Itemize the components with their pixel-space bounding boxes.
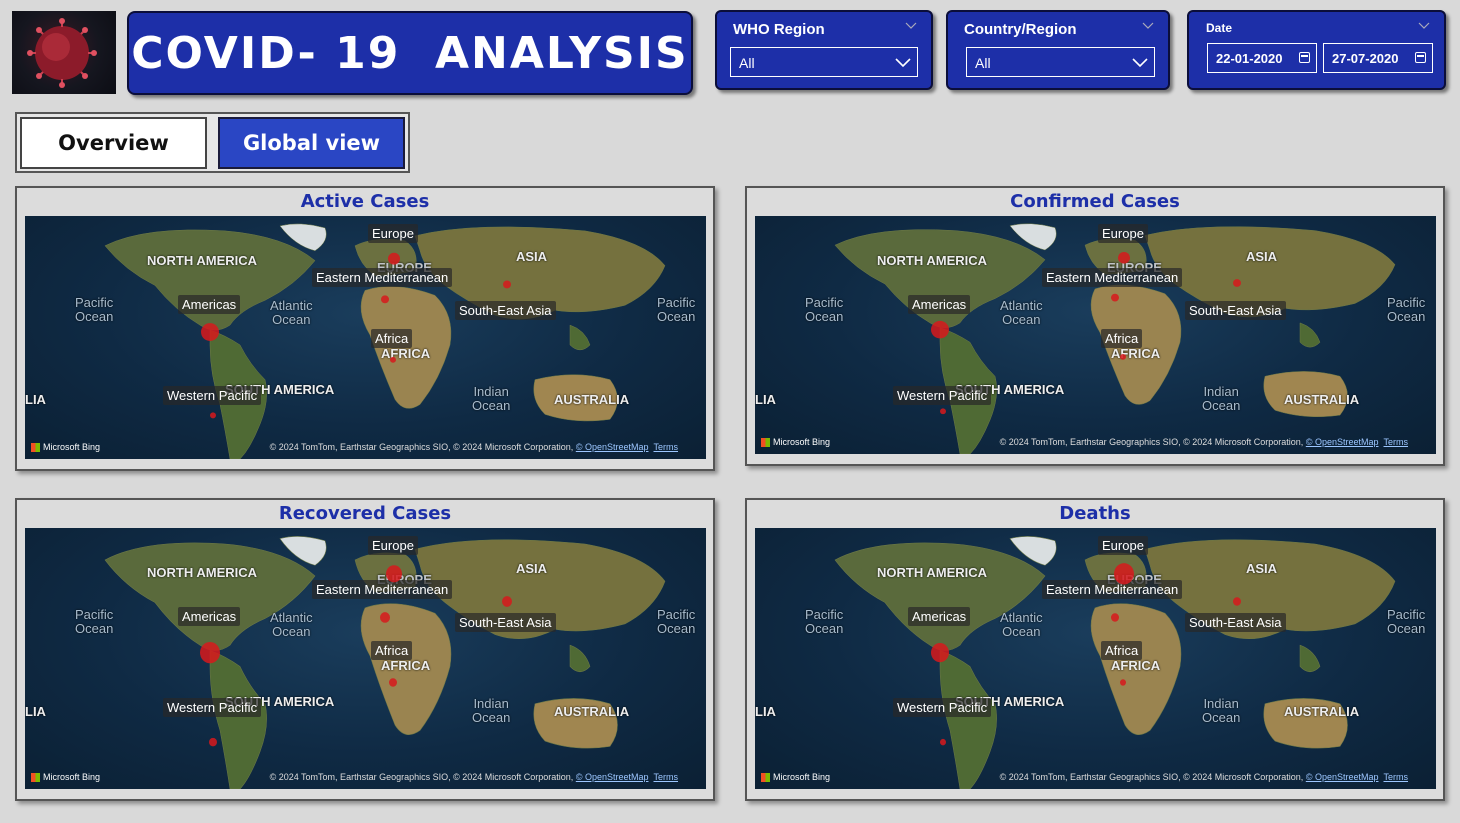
copyright-text: © 2024 TomTom, Earthstar Geographics SIO…	[999, 772, 1304, 782]
who-region-slicer[interactable]: WHO Region All	[715, 10, 933, 90]
osm-link[interactable]: © OpenStreetMap	[1306, 437, 1379, 447]
chevron-down-icon[interactable]	[1418, 20, 1430, 32]
end-date-value: 27-07-2020	[1332, 51, 1399, 66]
page-title: COVID- 19 ANALYSIS	[131, 27, 689, 79]
bing-attribution: Microsoft Bing	[31, 442, 100, 452]
overview-button[interactable]: Overview	[20, 117, 207, 169]
terms-link[interactable]: Terms	[1384, 772, 1409, 782]
date-label: Date	[1206, 21, 1233, 35]
who-region-value: All	[739, 55, 755, 71]
active-cases-map: Active Cases NORTH AMERICA EUROPE	[15, 186, 715, 471]
microsoft-logo-icon	[761, 437, 770, 447]
deaths-map: Deaths NORTH AMERICA EUROPE	[745, 498, 1445, 801]
microsoft-logo-icon	[761, 772, 770, 782]
osm-link[interactable]: © OpenStreetMap	[576, 772, 649, 782]
bubble-western-pacific	[940, 738, 946, 746]
bubble-south-east-asia	[1233, 597, 1241, 606]
country-region-dropdown[interactable]: All	[966, 47, 1155, 77]
page-navigator: Overview Global view	[15, 112, 410, 173]
copyright-text: © 2024 TomTom, Earthstar Geographics SIO…	[999, 437, 1304, 447]
bubble-eastern-mediterranean	[381, 295, 389, 304]
confirmed-cases-map: Confirmed Cases NORTH AMERICA EUR	[745, 186, 1445, 466]
bing-attribution: Microsoft Bing	[761, 437, 830, 447]
chevron-down-icon	[895, 58, 911, 68]
recovered-cases-map: Recovered Cases NORTH AMERICA EUR	[15, 498, 715, 801]
map-copyright: © 2024 TomTom, Earthstar Geographics SIO…	[270, 442, 678, 452]
bing-attribution-text: Microsoft Bing	[43, 442, 101, 452]
copyright-text: © 2024 TomTom, Earthstar Geographics SIO…	[269, 442, 574, 452]
global-view-button[interactable]: Global view	[218, 117, 405, 169]
bubble-south-east-asia	[503, 280, 511, 289]
map-canvas[interactable]: NORTH AMERICA EUROPE ASIA AFRICA SOUTH A…	[755, 216, 1436, 454]
terms-link[interactable]: Terms	[1384, 437, 1409, 447]
chevron-down-icon[interactable]	[1142, 20, 1154, 32]
map-title: Recovered Cases	[278, 503, 452, 524]
dashboard-title-banner: COVID- 19 ANALYSIS	[127, 11, 693, 95]
bubble-south-east-asia	[1233, 279, 1241, 287]
bubble-western-pacific	[209, 737, 217, 747]
bubble-south-east-asia	[502, 596, 512, 607]
bing-attribution-text: Microsoft Bing	[773, 772, 831, 782]
bing-attribution-text: Microsoft Bing	[43, 772, 101, 782]
bing-attribution: Microsoft Bing	[761, 772, 830, 782]
map-canvas[interactable]: NORTH AMERICA EUROPE ASIA AFRICA SOUTH A…	[25, 528, 706, 789]
end-date-input[interactable]: 27-07-2020	[1323, 43, 1433, 73]
who-region-label: WHO Region	[733, 21, 825, 38]
map-title: Deaths	[1059, 503, 1131, 524]
bubble-africa	[389, 678, 397, 687]
calendar-icon[interactable]	[1299, 52, 1310, 63]
chevron-down-icon	[1132, 58, 1148, 68]
bubble-africa	[1120, 679, 1126, 686]
bubble-layer	[201, 252, 511, 419]
calendar-icon[interactable]	[1415, 52, 1426, 63]
bubble-africa	[390, 356, 396, 363]
bubble-eastern-mediterranean	[1111, 293, 1119, 302]
bubble-africa	[1120, 353, 1126, 360]
start-date-value: 22-01-2020	[1216, 51, 1283, 66]
bubble-layer	[931, 563, 1241, 746]
bing-attribution: Microsoft Bing	[31, 772, 100, 782]
microsoft-logo-icon	[31, 772, 40, 782]
bubble-europe	[388, 252, 400, 265]
terms-link[interactable]: Terms	[654, 772, 679, 782]
map-copyright: © 2024 TomTom, Earthstar Geographics SIO…	[1000, 437, 1408, 447]
map-title: Confirmed Cases	[1010, 191, 1180, 212]
bubble-europe	[386, 565, 402, 583]
bubble-americas	[200, 641, 220, 664]
start-date-input[interactable]: 22-01-2020	[1207, 43, 1317, 73]
coronavirus-icon	[27, 18, 97, 88]
bing-attribution-text: Microsoft Bing	[773, 437, 831, 447]
map-canvas[interactable]: NORTH AMERICA EUROPE ASIA AFRICA SOUTH A…	[25, 216, 706, 459]
coronavirus-logo	[12, 11, 116, 94]
bubble-layer	[931, 251, 1241, 415]
map-copyright: © 2024 TomTom, Earthstar Geographics SIO…	[1000, 772, 1408, 782]
who-region-dropdown[interactable]: All	[730, 47, 918, 77]
terms-link[interactable]: Terms	[654, 442, 679, 452]
country-region-slicer[interactable]: Country/Region All	[946, 10, 1170, 90]
bubble-eastern-mediterranean	[1111, 613, 1119, 622]
bubble-layer	[200, 565, 512, 747]
date-slicer[interactable]: Date 22-01-2020 27-07-2020	[1187, 10, 1446, 90]
bubble-western-pacific	[210, 412, 216, 419]
country-region-value: All	[975, 55, 991, 71]
map-copyright: © 2024 TomTom, Earthstar Geographics SIO…	[270, 772, 678, 782]
bubble-americas	[201, 323, 219, 341]
copyright-text: © 2024 TomTom, Earthstar Geographics SIO…	[269, 772, 574, 782]
map-canvas[interactable]: NORTH AMERICA EUROPE ASIA AFRICA SOUTH A…	[755, 528, 1436, 789]
country-region-label: Country/Region	[964, 21, 1077, 38]
map-title: Active Cases	[300, 191, 430, 212]
bubble-europe	[1118, 251, 1130, 264]
bubble-eastern-mediterranean	[380, 612, 390, 623]
chevron-down-icon[interactable]	[905, 20, 917, 32]
bubble-europe	[1114, 563, 1134, 585]
bubble-americas	[931, 320, 949, 339]
osm-link[interactable]: © OpenStreetMap	[1306, 772, 1379, 782]
osm-link[interactable]: © OpenStreetMap	[576, 442, 649, 452]
microsoft-logo-icon	[31, 442, 40, 452]
bubble-western-pacific	[940, 408, 946, 415]
bubble-americas	[931, 643, 949, 663]
